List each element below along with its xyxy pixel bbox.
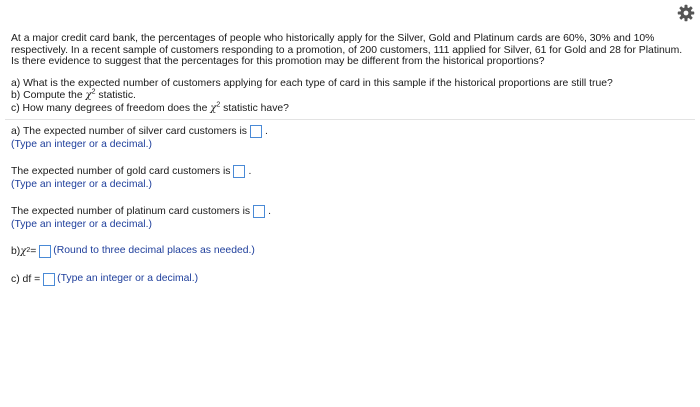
question-list: a) What is the expected number of custom… — [11, 78, 691, 115]
question-c-post: statistic have? — [220, 102, 289, 114]
gold-answer-block: The expected number of gold card custome… — [11, 163, 691, 191]
chi-label-post: = — [30, 245, 37, 257]
platinum-answer-block: The expected number of platinum card cus… — [11, 203, 691, 231]
section-divider — [5, 119, 695, 120]
df-answer-block: c) df = (Type an integer or a decimal.) — [11, 271, 691, 287]
df-label: c) df = — [11, 273, 41, 285]
question-a: a) What is the expected number of custom… — [11, 77, 613, 89]
question-c: c) How many degrees of freedom does the … — [11, 101, 691, 115]
period: . — [265, 125, 268, 137]
period: . — [268, 205, 271, 217]
gear-icon[interactable] — [677, 4, 695, 22]
problem-statement: At a major credit card bank, the percent… — [11, 33, 691, 115]
df-input[interactable] — [43, 272, 56, 286]
silver-answer-block: a) The expected number of silver card cu… — [11, 123, 691, 151]
platinum-label: The expected number of platinum card cus… — [11, 205, 251, 217]
question-c-pre: c) How many degrees of freedom does the — [11, 102, 211, 114]
silver-label: a) The expected number of silver card cu… — [11, 125, 248, 137]
gold-label: The expected number of gold card custome… — [11, 165, 231, 177]
platinum-expected-input[interactable] — [253, 204, 266, 218]
chi-square-input[interactable] — [39, 244, 52, 258]
chi-label-pre: b) — [11, 245, 21, 257]
period: . — [248, 165, 252, 177]
silver-expected-input[interactable] — [250, 124, 263, 138]
question-b-post: statistic. — [95, 90, 136, 102]
chi-square-answer-block: b) χ2 = (Round to three decimal places a… — [11, 244, 255, 258]
answer-area: a) The expected number of silver card cu… — [11, 123, 691, 299]
gold-expected-input[interactable] — [233, 164, 246, 178]
gold-hint: (Type an integer or a decimal.) — [11, 179, 152, 190]
question-b-pre: b) Compute the — [11, 90, 86, 102]
question-b: b) Compute the χ2 statistic. — [11, 89, 691, 102]
problem-text: At a major credit card bank, the percent… — [11, 33, 683, 68]
silver-hint: (Type an integer or a decimal.) — [11, 139, 152, 150]
platinum-hint: (Type an integer or a decimal.) — [11, 219, 152, 230]
chi-hint: (Round to three decimal places as needed… — [53, 245, 255, 256]
df-hint: (Type an integer or a decimal.) — [57, 273, 199, 284]
